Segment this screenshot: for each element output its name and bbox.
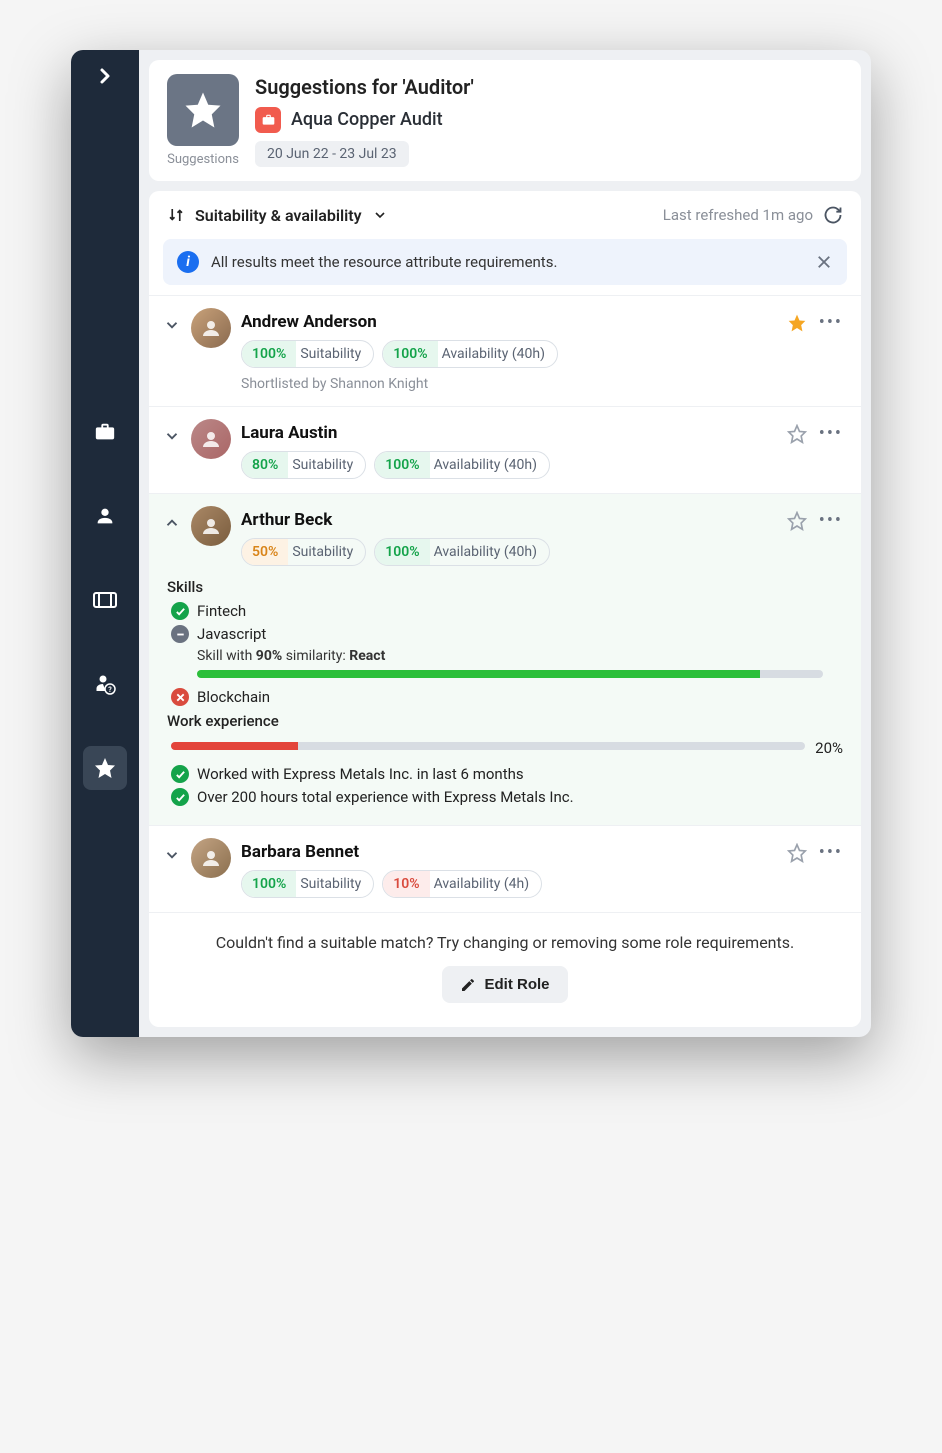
person-name[interactable]: Andrew Anderson (241, 312, 777, 332)
more-button[interactable]: ••• (819, 842, 843, 863)
avatar[interactable] (191, 308, 231, 348)
expand-toggle[interactable] (163, 514, 181, 532)
content-area: Suggestions Suggestions for 'Auditor' Aq… (139, 50, 871, 1037)
more-button[interactable]: ••• (819, 423, 843, 444)
work-exp-item: Over 200 hours total experience with Exp… (171, 788, 843, 806)
star-button[interactable] (787, 424, 807, 444)
star-button[interactable] (787, 843, 807, 863)
date-range-chip: 20 Jun 22 - 23 Jul 23 (255, 141, 409, 167)
similarity-bar (197, 670, 823, 678)
close-banner-button[interactable] (815, 253, 833, 271)
person-row: Andrew Anderson 100% Suitability 100% Av… (149, 295, 861, 406)
person-name[interactable]: Laura Austin (241, 423, 777, 443)
check-icon (171, 788, 189, 806)
info-icon: i (177, 251, 199, 273)
person-name[interactable]: Barbara Bennet (241, 842, 777, 862)
skill-item: Blockchain (171, 688, 843, 706)
project-briefcase-icon (255, 107, 281, 133)
footer-text: Couldn't find a suitable match? Try chan… (179, 933, 831, 952)
nav-briefcase-icon[interactable] (83, 410, 127, 454)
edit-role-label: Edit Role (484, 976, 549, 993)
edit-role-button[interactable]: Edit Role (442, 966, 567, 1003)
check-icon (171, 602, 189, 620)
app-shell: ? Suggestions Suggestions for 'Auditor' … (71, 50, 871, 1037)
person-row: Laura Austin 80% Suitability 100% Availa… (149, 406, 861, 493)
skill-item: Fintech (171, 602, 843, 620)
dash-icon (171, 625, 189, 643)
cross-icon (171, 688, 189, 706)
last-refreshed: Last refreshed 1m ago (663, 206, 813, 224)
info-text: All results meet the resource attribute … (211, 253, 803, 271)
person-details: Skills Fintech Javascript (163, 566, 843, 806)
person-name[interactable]: Arthur Beck (241, 510, 777, 530)
skill-item: Javascript (171, 625, 843, 643)
work-exp-item: Worked with Express Metals Inc. in last … (171, 765, 843, 783)
work-label: Work experience (167, 712, 843, 730)
more-button[interactable]: ••• (819, 312, 843, 333)
header-card: Suggestions Suggestions for 'Auditor' Aq… (149, 60, 861, 181)
sidebar: ? (71, 50, 139, 1037)
person-row: Arthur Beck 50% Suitability 100% Availab… (149, 493, 861, 825)
refresh-button[interactable] (823, 205, 843, 225)
availability-chip: 100% Availability (40h) (374, 451, 550, 479)
work-exp-bar (171, 742, 805, 750)
nav-person-icon[interactable] (83, 494, 127, 538)
similarity-text: Skill with 90% similarity: React (197, 648, 843, 664)
nav-person-help-icon[interactable]: ? (83, 662, 127, 706)
person-row: Barbara Bennet 100% Suitability 10% Avai… (149, 825, 861, 912)
expand-sidebar-button[interactable] (93, 64, 117, 88)
expand-toggle[interactable] (163, 846, 181, 864)
suitability-chip: 50% Suitability (241, 538, 366, 566)
suitability-chip: 100% Suitability (241, 340, 374, 368)
page-title: Suggestions for 'Auditor' (255, 75, 474, 99)
skill-name: Blockchain (197, 688, 270, 706)
skills-label: Skills (167, 578, 843, 596)
avatar[interactable] (191, 419, 231, 459)
footer: Couldn't find a suitable match? Try chan… (149, 912, 861, 1027)
avatar[interactable] (191, 838, 231, 878)
skill-name: Fintech (197, 602, 246, 620)
avatar[interactable] (191, 506, 231, 546)
chevron-down-icon (372, 207, 388, 223)
work-exp-pct: 20% (815, 739, 843, 757)
skill-name: Javascript (197, 625, 266, 643)
shortlist-note: Shortlisted by Shannon Knight (241, 376, 777, 392)
more-button[interactable]: ••• (819, 510, 843, 531)
suggestions-label: Suggestions (167, 152, 239, 167)
expand-toggle[interactable] (163, 427, 181, 445)
results-panel: Suitability & availability Last refreshe… (149, 191, 861, 1027)
star-button[interactable] (787, 313, 807, 333)
pencil-icon (460, 977, 476, 993)
availability-chip: 100% Availability (40h) (374, 538, 550, 566)
suitability-chip: 80% Suitability (241, 451, 366, 479)
project-name[interactable]: Aqua Copper Audit (291, 109, 443, 130)
sort-icon (167, 206, 185, 224)
star-button[interactable] (787, 511, 807, 531)
expand-toggle[interactable] (163, 316, 181, 334)
check-icon (171, 765, 189, 783)
availability-chip: 100% Availability (40h) (382, 340, 558, 368)
sort-label: Suitability & availability (195, 206, 362, 225)
svg-text:?: ? (108, 686, 112, 694)
nav-ticket-icon[interactable] (83, 578, 127, 622)
suitability-chip: 100% Suitability (241, 870, 374, 898)
sort-dropdown[interactable]: Suitability & availability (167, 206, 388, 225)
availability-chip: 10% Availability (4h) (382, 870, 542, 898)
suggestions-star-tile (167, 74, 239, 146)
nav-star-icon[interactable] (83, 746, 127, 790)
info-banner: i All results meet the resource attribut… (163, 239, 847, 285)
